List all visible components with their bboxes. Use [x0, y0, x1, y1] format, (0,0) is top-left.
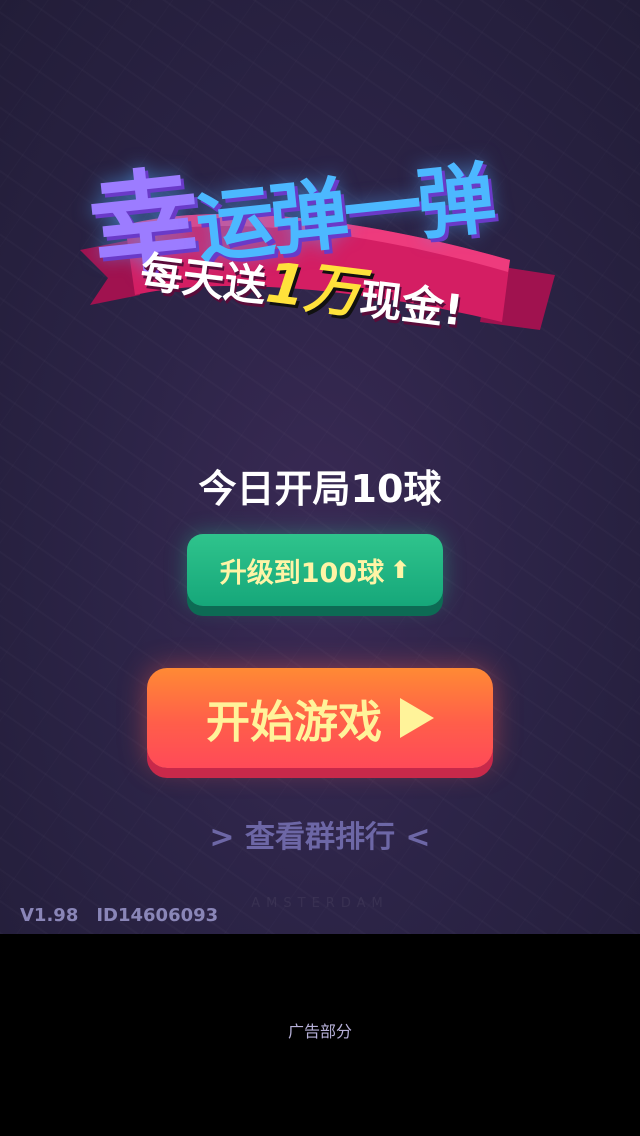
upgrade-button[interactable]: 升级到100球 ⬆: [187, 534, 443, 606]
game-logo: 幸运弹一弹 每天送1万现金!: [70, 100, 570, 360]
version-number: V1.98: [20, 905, 79, 926]
game-screen: 幸运弹一弹 每天送1万现金! 今日开局10球 升级到100球 ⬆ 开始游戏 > …: [0, 0, 640, 934]
upgrade-button-label: 升级到100球: [219, 557, 385, 589]
start-button-label: 开始游戏: [206, 697, 382, 748]
user-id: ID14606093: [96, 905, 219, 926]
tagline-pre: 每天送: [137, 247, 269, 312]
play-icon: [400, 698, 434, 738]
view-group-rank-link[interactable]: > 查看群排行 <: [0, 812, 640, 856]
ad-area[interactable]: 广告部分: [0, 934, 640, 1136]
today-balls-text: 今日开局10球: [198, 467, 442, 511]
up-arrow-icon: ⬆: [390, 556, 411, 584]
start-game-button[interactable]: 开始游戏: [147, 668, 493, 768]
ad-label: 广告部分: [287, 1022, 352, 1041]
version-info: V1.98 ID14606093: [20, 905, 236, 926]
tagline-post: 现金!: [357, 274, 466, 336]
tagline-highlight: 1万: [262, 250, 365, 327]
